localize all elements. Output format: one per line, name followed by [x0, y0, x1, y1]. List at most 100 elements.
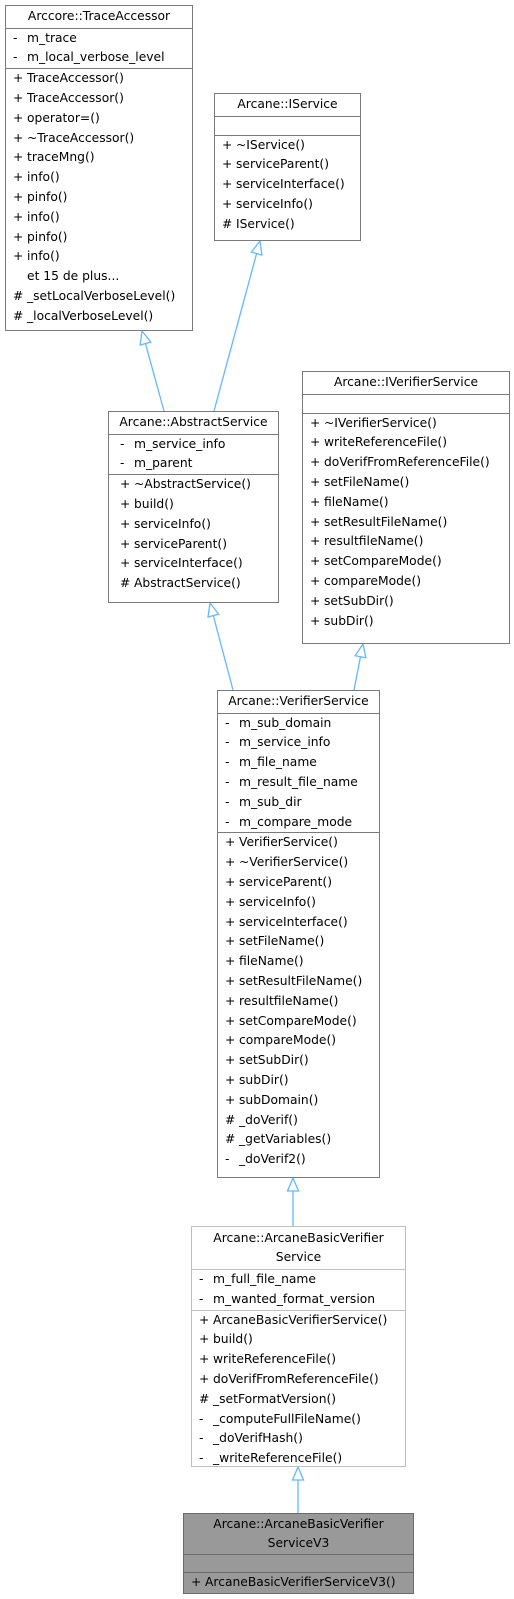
member-row[interactable]: # _setFormatVersion() — [192, 1390, 405, 1410]
member-row[interactable]: - m_wanted_format_version — [192, 1290, 405, 1310]
member-row[interactable]: + TraceAccessor() — [6, 89, 192, 109]
edge-line — [212, 615, 234, 691]
member-row[interactable]: + setSubDir() — [303, 592, 509, 612]
member-name: pinfo() — [27, 229, 68, 244]
member-row[interactable]: + writeReferenceFile() — [192, 1350, 405, 1370]
member-row[interactable]: + pinfo() — [6, 188, 192, 208]
member-row[interactable]: + serviceInfo() — [113, 515, 278, 535]
member-row[interactable]: + doVerifFromReferenceFile() — [192, 1370, 405, 1390]
member-row[interactable]: - _writeReferenceFile() — [192, 1449, 405, 1469]
visibility-marker: + — [310, 514, 321, 529]
class-title[interactable]: Arcane::ArcaneBasicVerifier Service — [192, 1227, 405, 1270]
member-row[interactable]: - m_full_file_name — [192, 1270, 405, 1290]
member-row[interactable]: + setResultFileName() — [303, 513, 509, 533]
member-row[interactable]: # AbstractService() — [113, 574, 278, 594]
member-row[interactable]: + fileName() — [303, 493, 509, 513]
member-row[interactable]: - _computeFullFileName() — [192, 1410, 405, 1430]
member-row[interactable]: + setFileName() — [218, 932, 379, 952]
member-row[interactable]: - m_service_info — [218, 733, 379, 753]
class-abstract-service[interactable]: Arcane::AbstractService - m_service_info -… — [108, 411, 279, 603]
member-row[interactable]: + subDir() — [218, 1071, 379, 1091]
member-row[interactable]: - m_trace — [6, 29, 192, 49]
class-title[interactable]: Arccore::TraceAccessor — [6, 6, 192, 29]
class-trace-accessor[interactable]: Arccore::TraceAccessor - m_trace - m_local_… — [5, 5, 193, 331]
member-row[interactable]: + traceMng() — [6, 148, 192, 168]
visibility-marker: + — [191, 1575, 202, 1589]
member-row[interactable]: + build() — [113, 495, 278, 515]
class-title[interactable]: Arcane::ArcaneBasicVerifier ServiceV3 — [184, 1514, 413, 1555]
member-row[interactable]: # _localVerboseLevel() — [6, 307, 192, 327]
class-arcane-basic-verifier-service[interactable]: Arcane::ArcaneBasicVerifier Service - m_f… — [191, 1226, 406, 1467]
member-row[interactable]: + fileName() — [218, 952, 379, 972]
member-row[interactable]: - m_sub_domain — [218, 714, 379, 734]
member-row[interactable]: + serviceParent() — [113, 535, 278, 555]
member-row[interactable]: + serviceInfo() — [218, 893, 379, 913]
member-row[interactable]: + resultfileName() — [218, 992, 379, 1012]
member-row[interactable]: + serviceInfo() — [215, 195, 360, 215]
class-title[interactable]: Arcane::IService — [215, 94, 360, 117]
member-row[interactable]: + ~AbstractService() — [113, 475, 278, 495]
member-row[interactable]: # _getVariables() — [218, 1130, 379, 1150]
member-row[interactable]: + setFileName() — [303, 473, 509, 493]
member-row[interactable]: + setSubDir() — [218, 1051, 379, 1071]
more-members-link[interactable]: et 15 de plus... — [6, 267, 192, 287]
member-row[interactable]: + operator=() — [6, 109, 192, 129]
member-row[interactable]: + serviceParent() — [215, 155, 360, 175]
member-row[interactable]: - m_compare_mode — [218, 813, 379, 833]
member-row[interactable]: - m_service_info — [113, 435, 278, 455]
member-row[interactable]: + subDir() — [303, 612, 509, 632]
member-row[interactable]: + ArcaneBasicVerifierServiceV3() — [184, 1573, 413, 1593]
member-row[interactable]: - _doVerif2() — [218, 1150, 379, 1170]
member-row[interactable]: + info() — [6, 168, 192, 188]
inheritance-edge — [207, 601, 234, 691]
member-name: writeReferenceFile() — [213, 1352, 337, 1367]
class-title[interactable]: Arcane::IVerifierService — [303, 372, 509, 395]
member-row[interactable]: + info() — [6, 247, 192, 267]
member-row[interactable]: - m_result_file_name — [218, 773, 379, 793]
member-name: TraceAccessor() — [27, 90, 124, 105]
class-title[interactable]: Arcane::VerifierService — [218, 691, 379, 714]
member-row[interactable]: + serviceParent() — [218, 873, 379, 893]
class-title[interactable]: Arcane::AbstractService — [109, 412, 278, 435]
member-row[interactable]: + ArcaneBasicVerifierService() — [192, 1311, 405, 1331]
member-row[interactable]: - m_parent — [113, 454, 278, 474]
class-arcane-basic-verifier-service-v3[interactable]: Arcane::ArcaneBasicVerifier ServiceV3 + A… — [183, 1513, 414, 1594]
member-row[interactable]: + compareMode() — [218, 1031, 379, 1051]
member-row[interactable]: + ~IVerifierService() — [303, 414, 509, 434]
member-row[interactable]: - m_local_verbose_level — [6, 48, 192, 68]
member-row[interactable]: + ~VerifierService() — [218, 853, 379, 873]
class-verifier-service[interactable]: Arcane::VerifierService - m_sub_domain - m_… — [217, 690, 380, 1178]
member-row[interactable]: + setCompareMode() — [303, 552, 509, 572]
member-row[interactable]: + ~TraceAccessor() — [6, 129, 192, 149]
member-row[interactable]: + setResultFileName() — [218, 972, 379, 992]
methods-section: + VerifierService() + ~VerifierService() + se… — [218, 833, 379, 1170]
member-row[interactable]: + build() — [192, 1330, 405, 1350]
edge-line — [353, 656, 362, 691]
member-row[interactable]: + subDomain() — [218, 1091, 379, 1111]
member-row[interactable]: + compareMode() — [303, 572, 509, 592]
member-row[interactable]: + info() — [6, 208, 192, 228]
member-row[interactable]: + serviceInterface() — [215, 175, 360, 195]
member-row[interactable]: - m_file_name — [218, 753, 379, 773]
member-row[interactable]: + serviceInterface() — [218, 913, 379, 933]
member-row[interactable]: + ~IService() — [215, 136, 360, 156]
class-iservice[interactable]: Arcane::IService + ~IService() + servicePar… — [214, 93, 361, 241]
member-row[interactable]: - _doVerifHash() — [192, 1429, 405, 1449]
member-row[interactable]: + doVerifFromReferenceFile() — [303, 453, 509, 473]
member-row[interactable]: + TraceAccessor() — [6, 69, 192, 89]
member-row[interactable]: + pinfo() — [6, 228, 192, 248]
member-name: ~IService() — [236, 137, 305, 152]
visibility-marker: + — [225, 855, 236, 870]
member-row[interactable]: + writeReferenceFile() — [303, 433, 509, 453]
member-row[interactable]: - m_sub_dir — [218, 793, 379, 813]
member-row[interactable]: + serviceInterface() — [113, 554, 278, 574]
methods-section: + TraceAccessor() + TraceAccessor() + operato… — [6, 69, 192, 326]
member-row[interactable]: # IService() — [215, 215, 360, 235]
member-row[interactable]: + setCompareMode() — [218, 1012, 379, 1032]
class-iverifier-service[interactable]: Arcane::IVerifierService + ~IVerifierServ… — [302, 371, 510, 644]
member-row[interactable]: + VerifierService() — [218, 833, 379, 853]
member-row[interactable]: + resultfileName() — [303, 532, 509, 552]
member-row[interactable]: # _setLocalVerboseLevel() — [6, 287, 192, 307]
member-row[interactable]: # _doVerif() — [218, 1111, 379, 1131]
visibility-marker: - — [120, 436, 125, 451]
